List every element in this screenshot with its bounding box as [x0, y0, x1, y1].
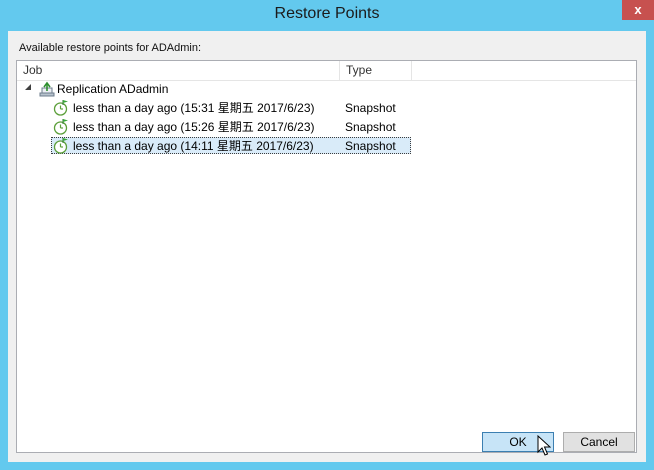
- close-button[interactable]: x: [622, 0, 654, 20]
- restore-points-list[interactable]: Job Type Replication ADadmin less than a…: [16, 60, 637, 453]
- cancel-button[interactable]: Cancel: [563, 432, 635, 452]
- title-bar[interactable]: Restore Points x: [0, 0, 654, 31]
- list-header: Job Type: [17, 61, 636, 81]
- replication-job-icon: [39, 81, 55, 97]
- restore-point-row-selected[interactable]: less than a day ago (14:11 星期五 2017/6/23…: [17, 137, 636, 155]
- restore-point-clock-icon: [53, 119, 68, 135]
- column-header-type[interactable]: Type: [340, 61, 412, 80]
- restore-point-clock-icon: [53, 138, 68, 154]
- restore-point-label: less than a day ago (15:31 星期五 2017/6/23…: [73, 101, 315, 115]
- restore-point-type: Snapshot: [345, 139, 396, 153]
- dialog-body: Available restore points for ADAdmin: Jo…: [8, 31, 646, 462]
- window-title: Restore Points: [274, 5, 380, 22]
- restore-point-row[interactable]: less than a day ago (15:26 星期五 2017/6/23…: [17, 118, 636, 136]
- job-label: Replication ADadmin: [57, 82, 169, 96]
- collapse-arrow-icon[interactable]: [25, 84, 31, 90]
- close-icon: x: [634, 2, 642, 17]
- restore-points-caption: Available restore points for ADAdmin:: [19, 42, 201, 54]
- tree-item-job[interactable]: Replication ADadmin: [17, 80, 636, 98]
- column-header-job[interactable]: Job: [17, 61, 340, 80]
- mouse-cursor-icon: [537, 435, 551, 456]
- restore-point-label: less than a day ago (14:11 星期五 2017/6/23…: [73, 139, 314, 153]
- restore-point-type: Snapshot: [345, 101, 396, 115]
- restore-point-label: less than a day ago (15:26 星期五 2017/6/23…: [73, 120, 315, 134]
- restore-point-type: Snapshot: [345, 120, 396, 134]
- restore-points-window: Restore Points x Available restore point…: [0, 0, 654, 470]
- restore-point-clock-icon: [53, 100, 68, 116]
- restore-point-row[interactable]: less than a day ago (15:31 星期五 2017/6/23…: [17, 99, 636, 117]
